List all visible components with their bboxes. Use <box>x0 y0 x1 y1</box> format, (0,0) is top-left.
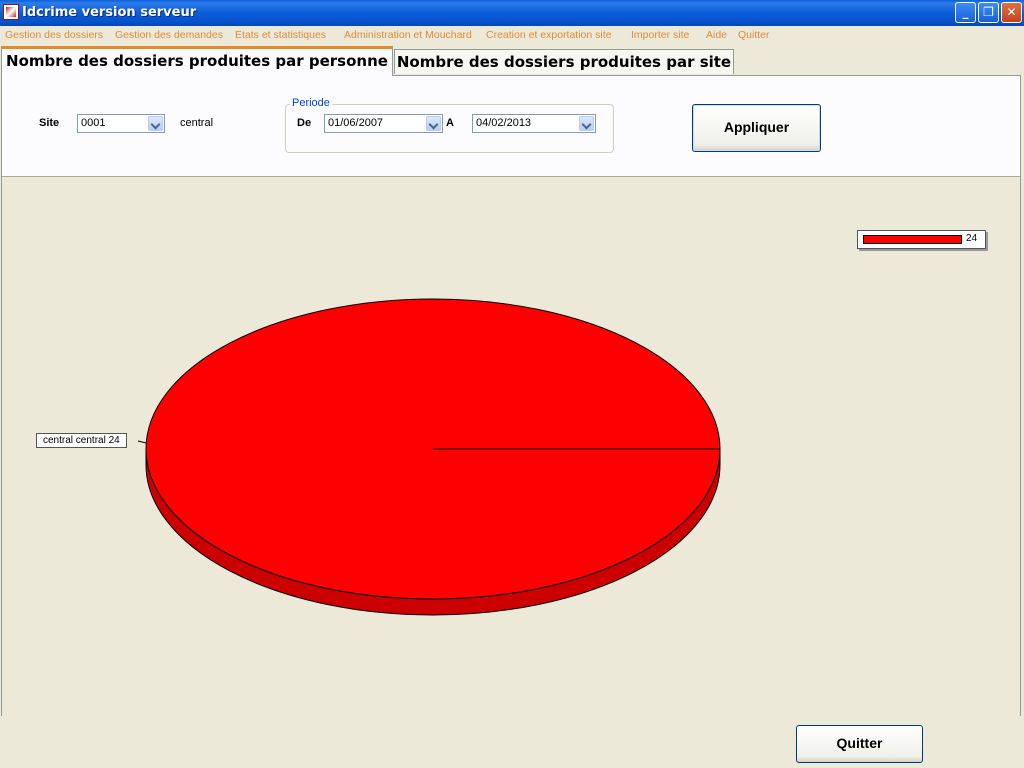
menu-etats-statistiques[interactable]: Etats et statistiques <box>235 29 326 41</box>
periode-label: Periode <box>290 97 332 109</box>
menu-creation-exportation[interactable]: Creation et exportation site <box>486 29 612 41</box>
menu-gestion-dossiers[interactable]: Gestion des dossiers <box>5 29 103 41</box>
tab-panel: Site 0001 central Periode De 01/06/2007 … <box>1 75 1021 716</box>
appliquer-button[interactable]: Appliquer <box>692 104 821 152</box>
slice-label: central central 24 <box>36 433 127 448</box>
legend-value: 24 <box>966 233 978 244</box>
footer-bar: Quitter <box>0 716 1024 768</box>
site-select[interactable]: 0001 <box>77 114 165 133</box>
a-label: A <box>446 117 454 129</box>
date-from-select[interactable]: 01/06/2007 <box>324 114 443 133</box>
app-icon <box>3 4 19 20</box>
menu-importer-site[interactable]: Importer site <box>631 29 689 41</box>
site-label: Site <box>39 117 60 129</box>
filter-bar: Site 0001 central Periode De 01/06/2007 … <box>2 76 1020 176</box>
title-bar: Idcrime version serveur _ ❐ ✕ <box>0 0 1024 26</box>
date-to-value: 04/02/2013 <box>476 117 532 129</box>
close-button[interactable]: ✕ <box>1001 2 1022 23</box>
menu-bar: Gestion des dossiers Gestion des demande… <box>0 26 1024 45</box>
tab-strip: Nombre des dossiers produites par person… <box>0 45 1024 76</box>
menu-gestion-demandes[interactable]: Gestion des demandes <box>115 29 223 41</box>
chevron-down-icon[interactable] <box>426 116 441 131</box>
legend-swatch <box>863 235 962 244</box>
window-title: Idcrime version serveur <box>22 5 197 20</box>
date-to-select[interactable]: 04/02/2013 <box>472 114 596 133</box>
menu-quitter[interactable]: Quitter <box>738 29 770 41</box>
maximize-button[interactable]: ❐ <box>978 2 999 23</box>
chevron-down-icon[interactable] <box>579 116 594 131</box>
chart-legend: 24 <box>857 230 986 249</box>
quitter-button[interactable]: Quitter <box>796 725 923 763</box>
menu-aide[interactable]: Aide <box>706 29 727 41</box>
date-from-value: 01/06/2007 <box>328 117 384 129</box>
pie-chart <box>137 298 721 616</box>
tab-par-site[interactable]: Nombre des dossiers produites par site <box>394 49 734 74</box>
site-select-value: 0001 <box>81 117 106 129</box>
de-label: De <box>297 117 312 129</box>
menu-administration[interactable]: Administration et Mouchard <box>344 29 472 41</box>
chart-area: 24 central central 24 <box>2 176 1020 716</box>
slice-label-connector <box>137 440 147 444</box>
chevron-down-icon[interactable] <box>148 116 163 131</box>
minimize-button[interactable]: _ <box>955 2 976 23</box>
site-name: central <box>180 117 214 129</box>
tab-par-personne[interactable]: Nombre des dossiers produites par person… <box>1 46 393 76</box>
